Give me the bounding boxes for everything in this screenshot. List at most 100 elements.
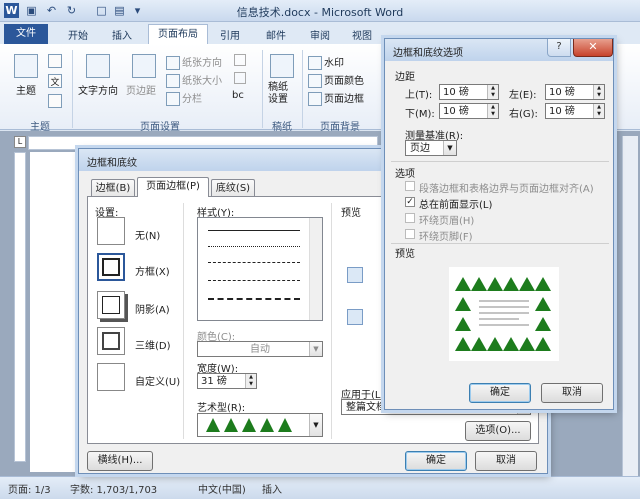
options-section-label: 选项 — [395, 169, 415, 180]
status-page[interactable]: 页面: 1/3 — [8, 481, 51, 496]
line-style-list[interactable] — [197, 217, 323, 321]
top-border-toggle-icon[interactable] — [347, 267, 363, 283]
theme-fonts-icon[interactable]: 文 — [48, 74, 62, 88]
options-cancel-button[interactable]: 取消 — [541, 383, 603, 403]
spin-arrows-icon[interactable]: ▲ ▼ — [487, 104, 498, 118]
help-icon[interactable]: ? — [547, 39, 571, 57]
size-button[interactable]: 纸张大小 — [166, 72, 222, 88]
measure-from-combo[interactable]: 页边 ▼ — [405, 140, 457, 156]
setting-none[interactable]: 无(N) — [135, 227, 160, 242]
surround-footer-label: 环绕页脚(F) — [419, 232, 473, 243]
line-style-solid[interactable] — [208, 230, 300, 231]
undo-icon[interactable]: ↶ — [44, 3, 59, 18]
watermark-icon — [308, 56, 322, 70]
save-icon[interactable]: ▣ — [24, 3, 39, 18]
setting-box[interactable]: 方框(X) — [135, 263, 170, 278]
setting-shadow[interactable]: 阴影(A) — [135, 301, 170, 316]
bottom-border-toggle-icon[interactable] — [347, 309, 363, 325]
tab-page-border[interactable]: 页面边框(P) — [137, 177, 209, 197]
horizontal-line-button[interactable]: 横线(H)... — [87, 451, 153, 471]
new-document-icon[interactable]: □ — [94, 3, 109, 18]
theme-colors-icon[interactable] — [48, 54, 62, 68]
surround-header-checkbox[interactable] — [405, 213, 415, 223]
group-separator — [262, 50, 263, 128]
word-app-icon[interactable]: W — [4, 3, 19, 18]
text-direction-icon[interactable] — [86, 54, 110, 78]
tab-review[interactable]: 审阅 — [310, 27, 330, 42]
margins-icon[interactable] — [132, 54, 156, 78]
page-borders-button[interactable]: 页面边框 — [308, 90, 364, 106]
width-spinner[interactable]: 31 磅 ▲ ▼ — [197, 373, 257, 389]
spin-arrows-icon[interactable]: ▲ ▼ — [593, 104, 604, 118]
color-combo[interactable]: 自动 ▼ — [197, 341, 323, 357]
top-margin-label: 上(T): — [405, 90, 433, 101]
setting-box-icon[interactable] — [97, 253, 125, 281]
surround-footer-checkbox[interactable] — [405, 229, 415, 239]
spin-arrows-icon[interactable]: ▲ ▼ — [245, 374, 256, 388]
line-style-dashed-fine[interactable] — [208, 262, 300, 263]
text-direction-label[interactable]: 文字方向 — [78, 82, 118, 97]
tree-border-preview — [455, 277, 551, 351]
ok-button[interactable]: 确定 — [405, 451, 467, 471]
cancel-button[interactable]: 取消 — [475, 451, 537, 471]
tab-page-layout[interactable]: 页面布局 — [148, 24, 208, 45]
themes-icon[interactable] — [14, 54, 38, 78]
tab-references[interactable]: 引用 — [220, 27, 240, 42]
line-style-dotted[interactable] — [208, 246, 300, 247]
vertical-scrollbar[interactable] — [622, 136, 638, 476]
tab-home[interactable]: 开始 — [68, 27, 88, 42]
customize-quick-access-icon[interactable]: ▾ — [130, 3, 145, 18]
setting-custom-icon[interactable] — [97, 363, 125, 391]
close-icon[interactable]: ✕ — [573, 39, 613, 57]
tab-borders[interactable]: 边框(B) — [91, 179, 135, 197]
redo-icon[interactable]: ↻ — [64, 3, 79, 18]
style-list-scrollbar[interactable] — [309, 218, 322, 320]
watermark-button[interactable]: 水印 — [308, 54, 344, 70]
tab-insert[interactable]: 插入 — [112, 27, 132, 42]
draft-paper-label[interactable]: 稿纸 设置 — [268, 82, 298, 106]
status-language[interactable]: 中文(中国) — [198, 481, 246, 496]
setting-3d[interactable]: 三维(D) — [135, 337, 171, 352]
status-insert-mode[interactable]: 插入 — [262, 481, 282, 496]
spin-arrows-icon[interactable]: ▲ ▼ — [593, 85, 604, 99]
setting-shadow-icon[interactable] — [97, 291, 125, 319]
always-front-checkbox[interactable]: ✓ — [405, 197, 415, 207]
tab-stop-selector-icon[interactable]: L — [14, 136, 26, 148]
page-color-icon — [308, 74, 322, 88]
draft-paper-icon[interactable] — [270, 54, 294, 78]
page-color-button[interactable]: 页面颜色 — [308, 72, 364, 88]
vertical-ruler[interactable] — [14, 152, 26, 462]
tab-file[interactable]: 文件 — [4, 24, 48, 44]
line-style-dash-dot[interactable] — [208, 298, 300, 300]
top-margin-spinner[interactable]: 10 磅 ▲ ▼ — [439, 84, 499, 100]
line-numbers-icon[interactable] — [234, 72, 246, 84]
setting-3d-icon[interactable] — [97, 327, 125, 355]
open-folder-icon[interactable]: ▤ — [112, 3, 127, 18]
tree-art-icon — [242, 418, 256, 432]
tree-art-icon — [260, 418, 274, 432]
left-margin-spinner[interactable]: 10 磅 ▲ ▼ — [545, 84, 605, 100]
hyphenation-button[interactable]: bc — [232, 90, 244, 101]
bottom-margin-spinner[interactable]: 10 磅 ▲ ▼ — [439, 103, 499, 119]
options-button[interactable]: 选项(O)... — [465, 421, 531, 441]
tab-mailings[interactable]: 邮件 — [266, 27, 286, 42]
spin-arrows-icon[interactable]: ▲ ▼ — [487, 85, 498, 99]
tab-shading[interactable]: 底纹(S) — [211, 179, 255, 197]
line-style-dashed[interactable] — [208, 280, 300, 281]
group-separator — [72, 50, 73, 128]
breaks-icon[interactable] — [234, 54, 246, 66]
art-combo[interactable]: ▼ — [197, 413, 323, 437]
right-margin-spinner[interactable]: 10 磅 ▲ ▼ — [545, 103, 605, 119]
columns-icon — [166, 92, 180, 106]
align-paragraph-checkbox[interactable] — [405, 181, 415, 191]
options-ok-button[interactable]: 确定 — [469, 383, 531, 403]
tab-view[interactable]: 视图 — [352, 27, 372, 42]
themes-button-label[interactable]: 主题 — [16, 82, 36, 97]
margins-label[interactable]: 页边距 — [126, 82, 156, 97]
orientation-button[interactable]: 纸张方向 — [166, 54, 222, 70]
setting-custom[interactable]: 自定义(U) — [135, 373, 180, 388]
columns-button[interactable]: 分栏 — [166, 90, 202, 106]
setting-none-icon[interactable] — [97, 217, 125, 245]
theme-effects-icon[interactable] — [48, 94, 62, 108]
status-words[interactable]: 字数: 1,703/1,703 — [70, 481, 157, 496]
